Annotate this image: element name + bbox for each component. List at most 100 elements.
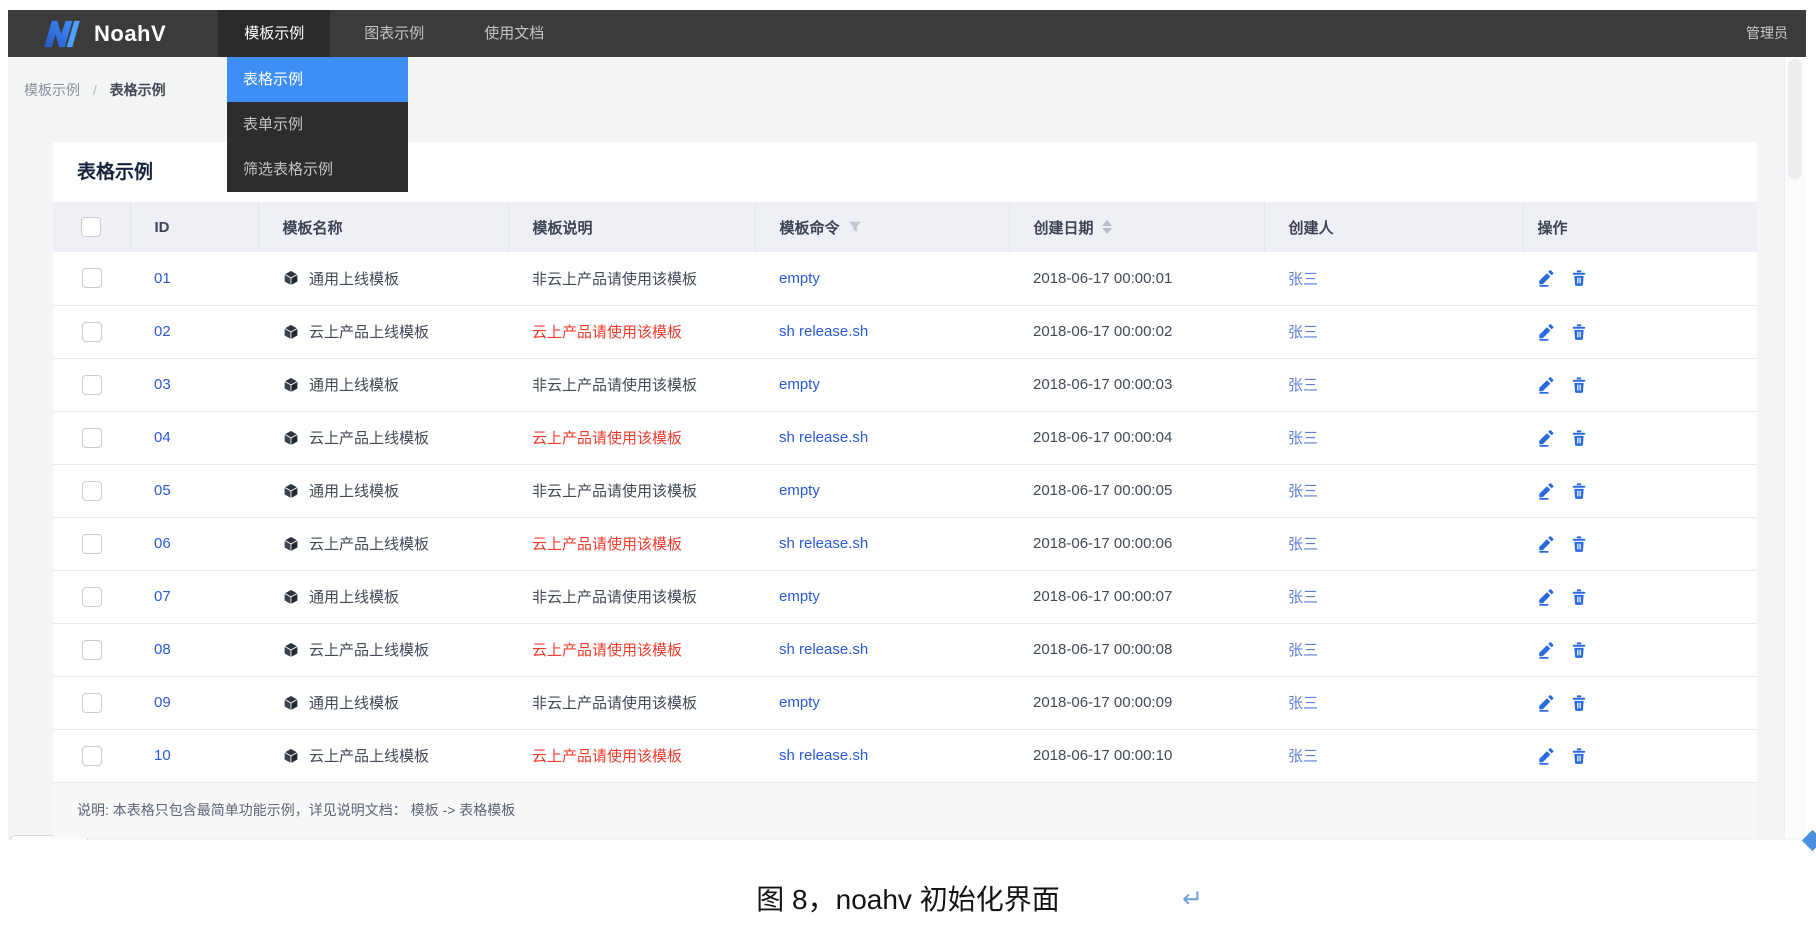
creator-link[interactable]: 张三 (1288, 324, 1318, 341)
trash-icon[interactable] (1570, 429, 1588, 447)
creator-link[interactable]: 张三 (1288, 483, 1318, 500)
edit-pencil-icon[interactable] (1537, 482, 1555, 500)
template-cmd-link[interactable]: empty (779, 694, 820, 711)
dropdown-item-table-example[interactable]: 表格示例 (227, 57, 408, 102)
select-all-checkbox[interactable] (81, 217, 102, 237)
package-cube-icon (283, 588, 299, 605)
window-scrollbar[interactable] (1784, 57, 1806, 838)
breadcrumb-separator: / (92, 82, 97, 98)
row-id-link[interactable]: 10 (154, 747, 171, 764)
template-cmd-link[interactable]: empty (779, 376, 820, 393)
template-desc: 云上产品请使用该模板 (532, 430, 683, 447)
edit-pencil-icon[interactable] (1537, 269, 1555, 287)
trash-icon[interactable] (1570, 641, 1588, 659)
row-checkbox[interactable] (81, 745, 102, 766)
trash-icon[interactable] (1570, 588, 1588, 606)
row-id-link[interactable]: 04 (154, 429, 171, 446)
creator-link[interactable]: 张三 (1288, 536, 1318, 553)
template-cmd-link[interactable]: empty (779, 270, 820, 287)
table-row: 04 云上产品上线模板 云上产品请使用该模板 sh release.sh 201… (53, 411, 1757, 465)
column-header-template-name: 模板名称 (257, 202, 508, 252)
template-cmd-link[interactable]: empty (779, 588, 820, 605)
template-cmd-link[interactable]: empty (779, 482, 820, 499)
row-id-link[interactable]: 01 (154, 270, 171, 287)
template-cmd-link[interactable]: sh release.sh (779, 429, 868, 446)
dropdown-item-filter-table-example[interactable]: 筛选表格示例 (227, 147, 408, 192)
row-checkbox[interactable] (81, 427, 102, 448)
template-cmd-link[interactable]: sh release.sh (779, 747, 868, 764)
creator-link[interactable]: 张三 (1288, 377, 1318, 394)
row-id-link[interactable]: 09 (154, 694, 171, 711)
creator-link[interactable]: 张三 (1288, 642, 1318, 659)
breadcrumb-item-template-examples[interactable]: 模板示例 (24, 82, 80, 98)
trash-icon[interactable] (1570, 482, 1588, 500)
edit-pencil-icon[interactable] (1537, 535, 1555, 553)
column-header-create-date: 创建日期 (1008, 202, 1264, 252)
nav-tab-chart-examples[interactable]: 图表示例 (338, 10, 450, 57)
user-menu[interactable]: 管理员 (1746, 10, 1806, 57)
package-cube-icon (283, 747, 299, 764)
package-cube-icon (283, 429, 299, 446)
template-cmd-link[interactable]: sh release.sh (779, 535, 868, 552)
create-date: 2018-06-17 00:00:10 (1033, 747, 1173, 764)
table-row: 10 云上产品上线模板 云上产品请使用该模板 sh release.sh 201… (53, 729, 1757, 783)
filter-funnel-icon[interactable] (848, 220, 862, 234)
nav-tab-template-examples[interactable]: 模板示例 (218, 10, 331, 57)
template-desc: 云上产品请使用该模板 (532, 748, 683, 765)
creator-link[interactable]: 张三 (1288, 695, 1318, 712)
table-header-row: ID 模板名称 模板说明 模板命令 创建日期 创建人 操作 (53, 202, 1757, 252)
sort-carets-icon[interactable] (1101, 220, 1112, 234)
row-checkbox[interactable] (81, 586, 102, 607)
create-date: 2018-06-17 00:00:02 (1033, 323, 1173, 340)
edit-pencil-icon[interactable] (1537, 641, 1555, 659)
template-cmd-link[interactable]: sh release.sh (779, 641, 868, 658)
row-checkbox[interactable] (81, 480, 102, 501)
row-id-link[interactable]: 07 (154, 588, 171, 605)
trash-icon[interactable] (1570, 747, 1588, 765)
creator-link[interactable]: 张三 (1288, 589, 1318, 606)
package-cube-icon (283, 694, 299, 711)
trash-icon[interactable] (1570, 323, 1588, 341)
row-id-link[interactable]: 06 (154, 535, 171, 552)
scrollbar-thumb[interactable] (1788, 59, 1802, 179)
creator-link[interactable]: 张三 (1288, 748, 1318, 765)
edit-pencil-icon[interactable] (1537, 747, 1555, 765)
row-id-link[interactable]: 03 (154, 376, 171, 393)
row-checkbox[interactable] (81, 268, 102, 289)
row-checkbox[interactable] (81, 692, 102, 713)
dropdown-item-form-example[interactable]: 表单示例 (227, 102, 408, 147)
creator-link[interactable]: 张三 (1288, 430, 1318, 447)
template-name: 通用上线模板 (309, 377, 400, 394)
column-header-template-cmd-label: 模板命令 (779, 219, 840, 237)
creator-link[interactable]: 张三 (1288, 271, 1318, 288)
edit-pencil-icon[interactable] (1537, 429, 1555, 447)
trash-icon[interactable] (1570, 376, 1588, 394)
row-checkbox[interactable] (81, 533, 102, 554)
create-date: 2018-06-17 00:00:05 (1033, 482, 1173, 499)
row-checkbox[interactable] (81, 639, 102, 660)
row-id-link[interactable]: 08 (154, 641, 171, 658)
noahv-logo[interactable]: NoahV (40, 10, 166, 57)
template-name: 云上产品上线模板 (309, 324, 430, 341)
template-cmd-link[interactable]: sh release.sh (779, 323, 868, 340)
edit-pencil-icon[interactable] (1537, 323, 1555, 341)
edit-pencil-icon[interactable] (1537, 376, 1555, 394)
trash-icon[interactable] (1570, 269, 1588, 287)
nav-tab-docs[interactable]: 使用文档 (458, 10, 570, 57)
edit-pencil-icon[interactable] (1537, 694, 1555, 712)
table-footnote: 说明: 本表格只包含最简单功能示例，详见说明文档： 模板 -> 表格模板 (53, 782, 1757, 838)
row-checkbox[interactable] (81, 321, 102, 342)
trash-icon[interactable] (1570, 694, 1588, 712)
row-checkbox[interactable] (81, 374, 102, 395)
noahv-logo-icon (44, 20, 80, 47)
row-id-link[interactable]: 02 (154, 323, 171, 340)
create-date: 2018-06-17 00:00:04 (1033, 429, 1173, 446)
edit-pencil-icon[interactable] (1537, 588, 1555, 606)
trash-icon[interactable] (1570, 535, 1588, 553)
template-examples-dropdown: 表格示例 表单示例 筛选表格示例 (227, 57, 408, 192)
figure-caption: 图 8，noahv 初始化界面 (756, 884, 1060, 915)
row-id-link[interactable]: 05 (154, 482, 171, 499)
create-date: 2018-06-17 00:00:07 (1033, 588, 1173, 605)
column-header-create-date-label: 创建日期 (1033, 219, 1094, 237)
logo-text: NoahV (94, 20, 167, 46)
